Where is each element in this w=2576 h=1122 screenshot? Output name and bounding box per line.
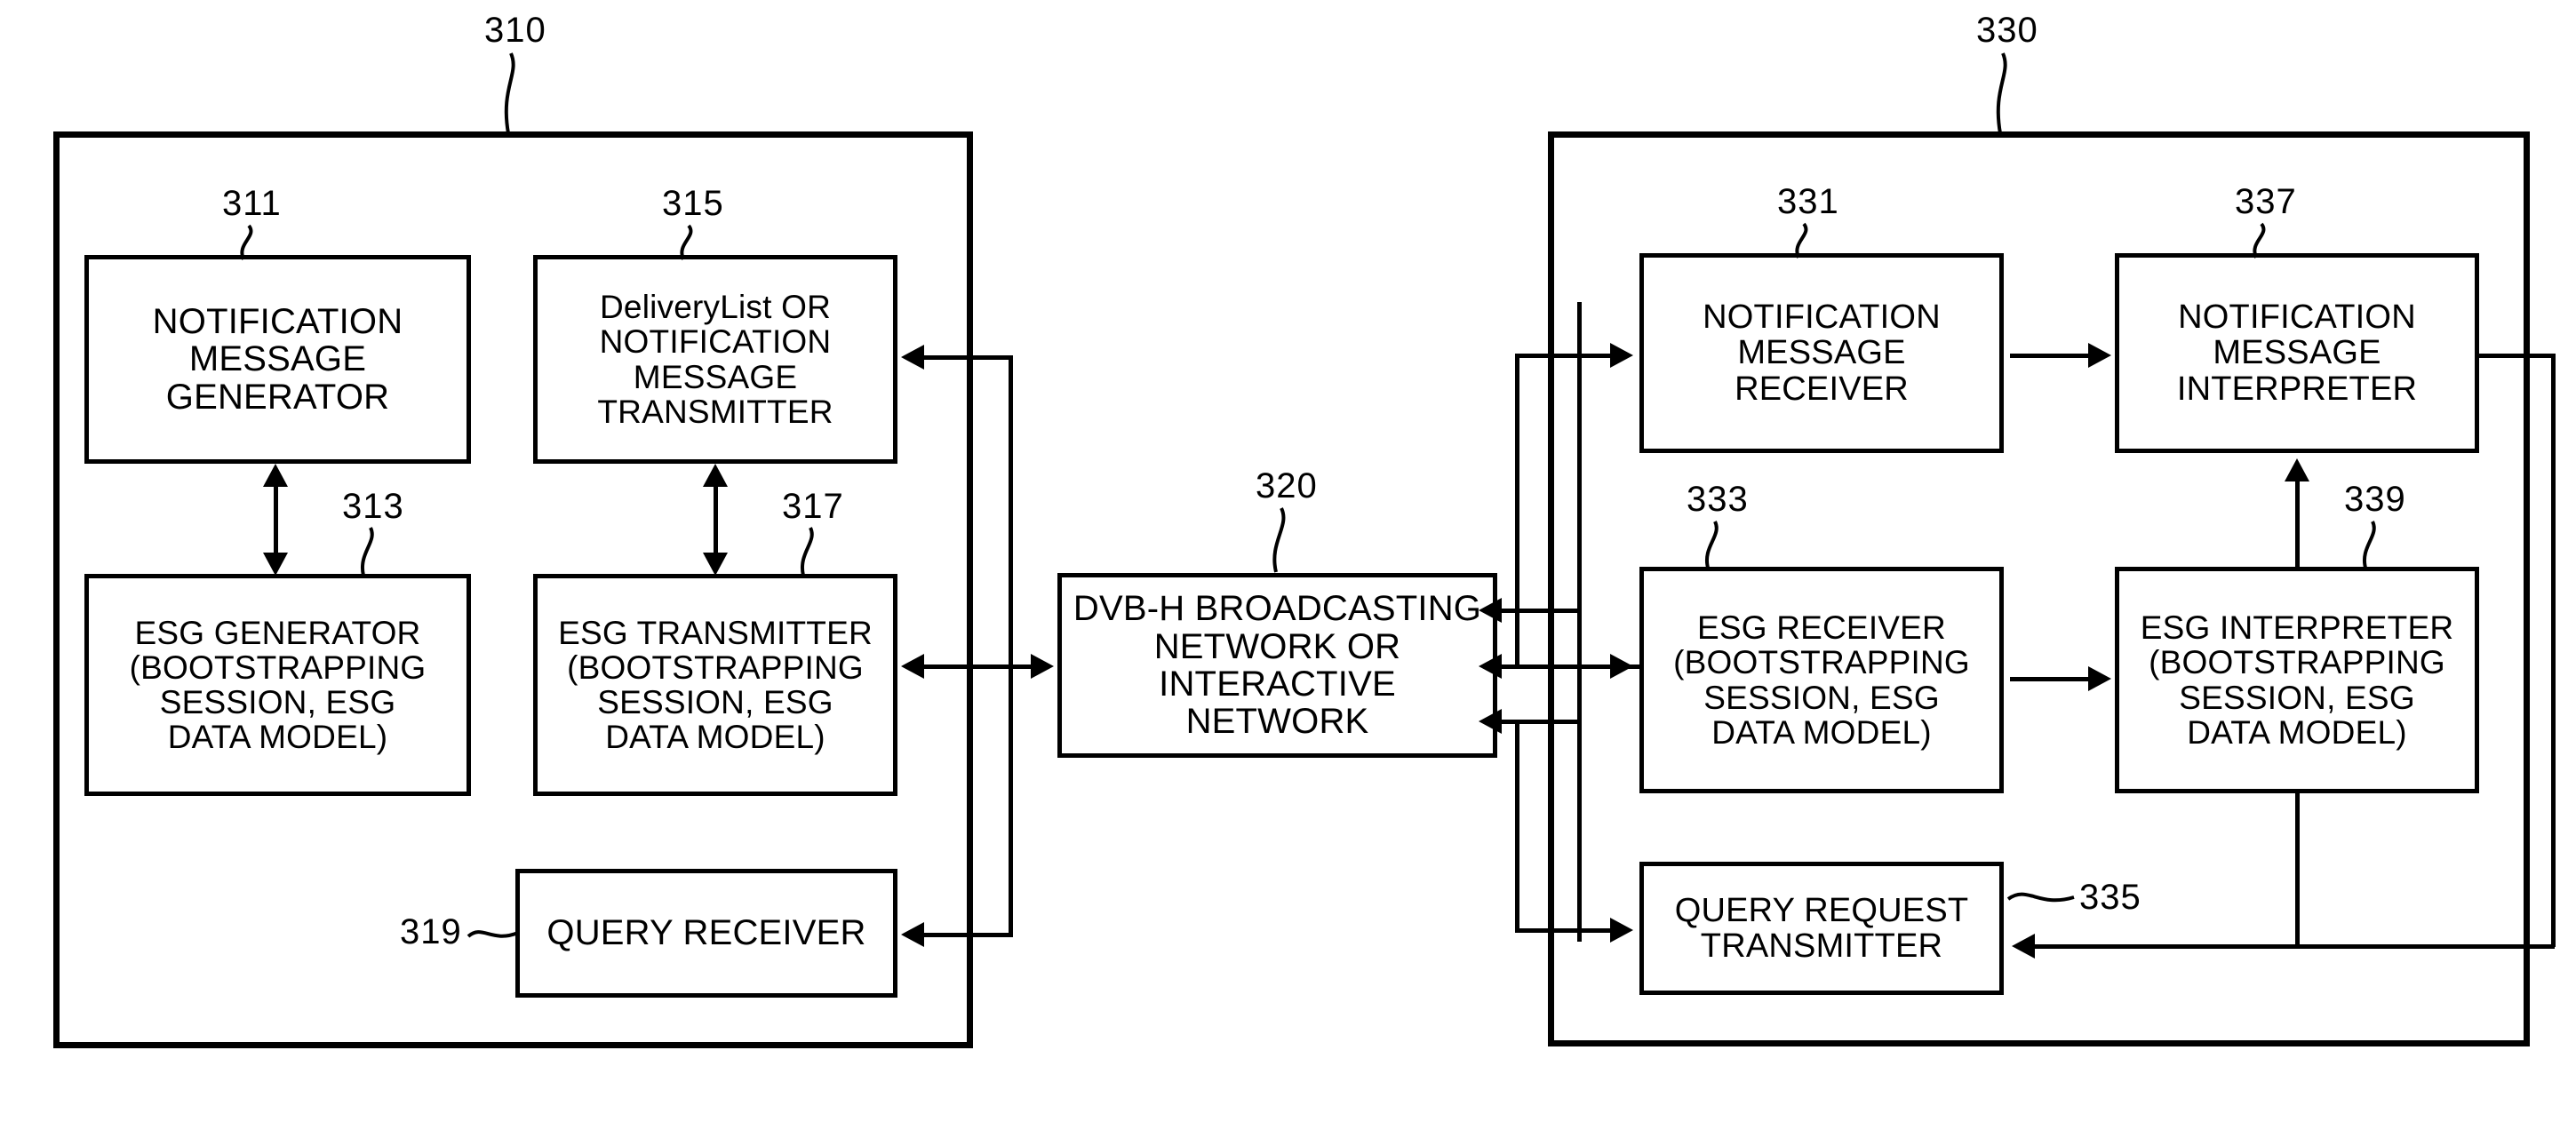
arrowhead-313-down [263,553,288,576]
bus-left-vertical [1009,355,1013,937]
block-335-label: QUERY REQUEST TRANSMITTER [1674,891,1969,965]
leader-line-331 [1795,222,1808,259]
arrowhead-into-331 [1610,343,1633,368]
ref-numeral-320: 320 [1256,466,1318,505]
block-315-label: DeliveryList OR NOTIFICATION MESSAGE TRA… [597,289,833,430]
arrowhead-into-335-right [2012,934,2035,959]
arrowhead-into-317 [901,654,924,679]
leader-line-330 [1996,52,2007,134]
arrowhead-317-down [703,553,728,576]
ref-numeral-330: 330 [1976,11,2038,50]
arrowhead-into-network-mid [1479,654,1502,679]
block-320-label: DVB-H BROADCASTING NETWORK OR INTERACTIV… [1073,589,1482,742]
link-to-331 [1515,354,1613,358]
connector-315-317 [714,474,718,565]
rail-337-to-335 [2295,944,2555,949]
leader-line-319 [467,930,519,938]
block-query-receiver[interactable]: QUERY RECEIVER [515,869,902,1002]
link-333-to-339 [2010,677,2092,681]
leader-line-335 [2006,892,2075,903]
connector-311-313 [274,474,278,565]
link-network-to-317 [924,664,1013,669]
ref-numeral-313: 313 [342,487,404,526]
arrowhead-into-339 [2088,666,2111,691]
arrowhead-311-up [263,464,288,487]
block-deliverylist-or-notification-message-transmitter[interactable]: DeliveryList OR NOTIFICATION MESSAGE TRA… [533,255,902,468]
arrowhead-into-335 [1610,918,1633,943]
block-notification-message-interpreter[interactable]: NOTIFICATION MESSAGE INTERPRETER [2115,253,2484,458]
block-313-label: ESG GENERATOR (BOOTSTRAPPING SESSION, ES… [129,614,427,756]
bus-right-vertical [1577,302,1582,942]
block-319-label: QUERY RECEIVER [546,913,866,953]
leader-line-333 [1704,521,1719,569]
ref-numeral-331: 331 [1777,182,1839,221]
block-query-request-transmitter[interactable]: QUERY REQUEST TRANSMITTER [1639,862,2008,999]
arrowhead-315-up [703,464,728,487]
link-network-to-319 [924,933,1013,937]
ref-numeral-335: 335 [2079,878,2141,917]
link-337-right [2476,354,2556,358]
leader-line-317 [800,527,814,577]
ref-numeral-311: 311 [222,184,282,223]
link-339-to-337 [2295,469,2300,571]
link-339-down [2295,793,2300,946]
ref-numeral-333: 333 [1687,480,1749,519]
ref-numeral-339: 339 [2344,480,2406,519]
arrowhead-into-333 [1610,654,1633,679]
block-notification-message-receiver[interactable]: NOTIFICATION MESSAGE RECEIVER [1639,253,2008,458]
rail-337-down [2551,354,2556,947]
block-337-label: NOTIFICATION MESSAGE INTERPRETER [2176,298,2418,408]
leader-line-339 [2362,521,2376,569]
leader-line-313 [360,527,374,577]
arrowhead-into-315 [901,345,924,370]
block-esg-interpreter[interactable]: ESG INTERPRETER (BOOTSTRAPPING SESSION, … [2115,567,2484,798]
block-311-label: NOTIFICATION MESSAGE GENERATOR [152,301,403,417]
link-network-arrow-bottom [1502,720,1582,724]
link-network-arrow-top [1502,609,1582,613]
block-esg-transmitter[interactable]: ESG TRANSMITTER (BOOTSTRAPPING SESSION, … [533,574,902,800]
block-esg-generator[interactable]: ESG GENERATOR (BOOTSTRAPPING SESSION, ES… [84,574,475,800]
link-331-to-337 [2010,354,2092,358]
ref-numeral-317: 317 [782,487,844,526]
link-to-335 [1515,928,1613,933]
block-333-label: ESG RECEIVER (BOOTSTRAPPING SESSION, ESG… [1673,609,1970,751]
branch-to-331 [1515,354,1519,666]
leader-line-337 [2253,222,2266,259]
leader-line-310 [504,52,515,134]
block-esg-receiver[interactable]: ESG RECEIVER (BOOTSTRAPPING SESSION, ESG… [1639,567,2008,798]
block-notification-message-generator[interactable]: NOTIFICATION MESSAGE GENERATOR [84,255,475,468]
arrowhead-into-network-left [1031,654,1054,679]
arrowhead-into-319 [901,922,924,947]
block-dvbh-broadcasting-network[interactable]: DVB-H BROADCASTING NETWORK OR INTERACTIV… [1057,573,1502,762]
leader-line-315 [680,224,693,260]
ref-numeral-337: 337 [2235,182,2297,221]
figure-canvas: 310 NOTIFICATION MESSAGE GENERATOR 311 D… [0,0,2576,1122]
leader-line-311 [240,224,253,260]
arrowhead-into-337-bottom [2285,458,2309,481]
arrowhead-into-network-top [1479,598,1502,623]
arrowhead-into-network-bottom [1479,709,1502,734]
arrowhead-into-337 [2088,343,2111,368]
ref-numeral-315: 315 [662,184,724,223]
block-339-label: ESG INTERPRETER (BOOTSTRAPPING SESSION, … [2140,609,2454,751]
ref-numeral-319: 319 [400,912,462,951]
branch-to-335 [1515,720,1519,928]
leader-line-320 [1272,507,1286,573]
block-331-label: NOTIFICATION MESSAGE RECEIVER [1703,298,1941,408]
block-317-label: ESG TRANSMITTER (BOOTSTRAPPING SESSION, … [558,614,873,756]
link-339-to-335 [2035,944,2301,949]
ref-numeral-310: 310 [484,11,546,50]
link-network-to-315 [924,355,1013,360]
